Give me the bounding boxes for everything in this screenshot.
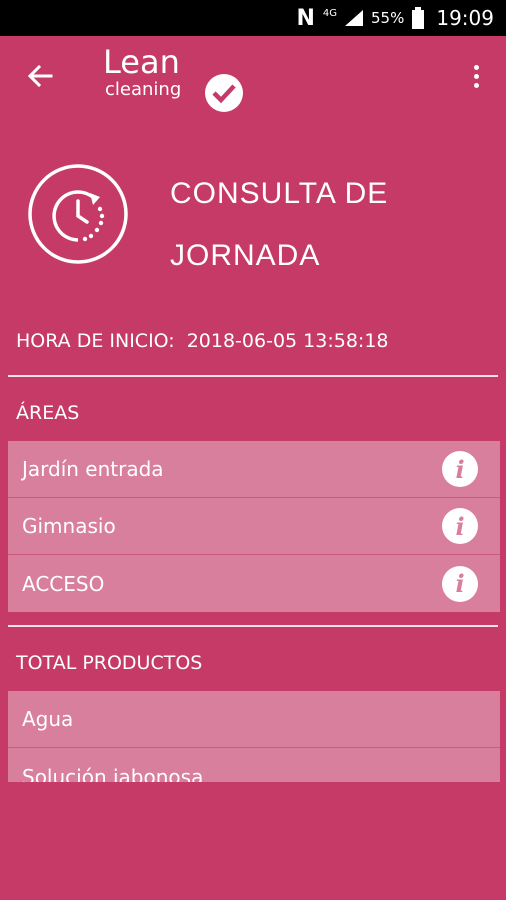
logo-title: Lean [103,43,180,81]
info-icon[interactable]: i [442,508,478,544]
clock-history-icon [28,164,128,264]
info-icon[interactable]: i [442,451,478,487]
status-bar: N 4G 55% 19:09 [0,0,506,36]
page-header: CONSULTA DE JORNADA [0,155,506,285]
product-name: Agua [22,707,74,731]
network-indicator: N [296,5,315,31]
network-type: 4G [322,8,338,19]
start-time-row: HORA DE INICIO: 2018-06-05 13:58:18 [16,330,389,352]
info-icon[interactable]: i [442,565,478,602]
check-circle-icon [205,74,243,112]
more-options-button[interactable] [464,60,488,92]
areas-list: Jardín entrada i Gimnasio i ACCESO i [8,441,500,612]
products-list: Agua Solución jabonosa [8,691,500,782]
app-bar: Lean cleaning [0,36,506,116]
divider [8,625,498,627]
list-item[interactable]: Gimnasio i [8,498,500,555]
arrow-back-icon [27,64,53,88]
back-button[interactable] [22,60,58,92]
battery-percent: 55% [371,9,405,27]
start-time-label: HORA DE INICIO: [16,330,175,352]
more-vert-icon [473,64,479,70]
logo-subtitle: cleaning [105,79,182,100]
page-title: CONSULTA DE JORNADA [170,177,389,272]
list-item[interactable]: Jardín entrada i [8,441,500,498]
signal-icon [345,10,364,26]
area-name: ACCESO [22,571,105,596]
area-name: Jardín entrada [22,457,164,481]
clock-time: 19:09 [436,6,494,30]
products-section-label: TOTAL PRODUCTOS [16,652,203,674]
areas-section-label: ÁREAS [16,402,80,424]
product-name: Solución jabonosa [22,764,204,783]
battery-icon [412,7,425,29]
app-logo: Lean cleaning [103,43,243,112]
area-name: Gimnasio [22,514,116,538]
divider [8,375,498,377]
list-item[interactable]: ACCESO i [8,555,500,612]
start-time-value: 2018-06-05 13:58:18 [186,330,389,352]
list-item[interactable]: Solución jabonosa [8,748,500,783]
list-item[interactable]: Agua [8,691,500,748]
